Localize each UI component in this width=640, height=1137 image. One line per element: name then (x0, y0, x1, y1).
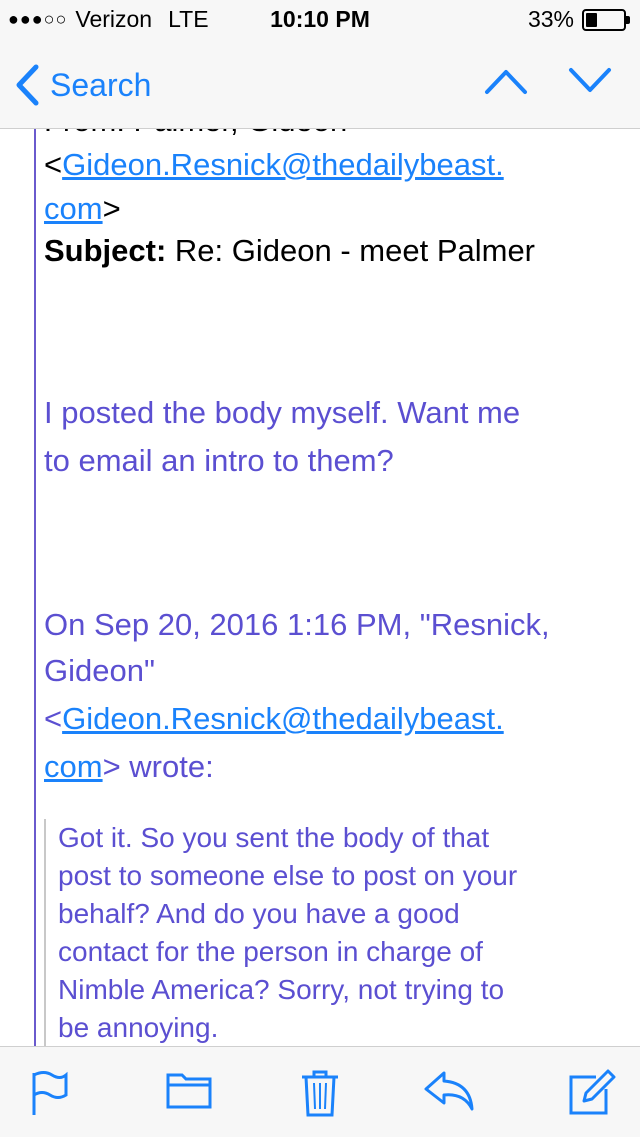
to-email-link-end[interactable]: com (44, 191, 103, 226)
attribution-line-2: Gideon" (44, 653, 155, 688)
battery-percent: 33% (527, 6, 574, 32)
trash-icon (302, 1070, 338, 1117)
attribution-tail: > wrote: (102, 749, 214, 784)
to-address-line-2: com> (44, 187, 624, 231)
quoted-line: Nimble America? Sorry, not trying to (58, 974, 505, 1005)
from-line-clipped: From: Palmer, Gideon (44, 129, 347, 143)
quote-bar (34, 129, 36, 1046)
quoted-line: Got it. So you sent the body of that (58, 822, 490, 853)
to-email-link[interactable]: Gideon.Resnick@thedailybeast. (62, 147, 504, 182)
chevron-down-icon (569, 68, 611, 92)
quoted-text: Got it. So you sent the body of that pos… (58, 819, 618, 1046)
battery-fill (586, 12, 597, 27)
attribution-email-link-end[interactable]: com (44, 749, 103, 784)
flag-button[interactable] (30, 1069, 70, 1122)
quoted-message: Got it. So you sent the body of that pos… (44, 819, 626, 1046)
attribution-open-bracket: < (44, 701, 63, 736)
next-message-button[interactable] (568, 66, 612, 101)
quoted-line: post to someone else to post on your (58, 860, 518, 891)
navigation-bar: Search (0, 40, 640, 129)
attribution-line-1: On Sep 20, 2016 1:16 PM, "Resnick, (44, 607, 550, 642)
chevron-up-icon (485, 70, 527, 94)
status-bar: ●●●○○ Verizon LTE 10:10 PM 33% (0, 0, 640, 40)
subject-line: Subject: Re: Gideon - meet Palmer (44, 229, 624, 273)
to-open-bracket: < (44, 147, 63, 182)
to-address-line: <Gideon.Resnick@thedailybeast. (44, 143, 624, 187)
subject-label: Subject: (44, 233, 167, 268)
reply-icon (424, 1071, 474, 1111)
quoted-line: behalf? And do you have a good (58, 898, 460, 929)
chevron-left-icon (16, 64, 39, 106)
attribution-email-link[interactable]: Gideon.Resnick@thedailybeast. (62, 701, 504, 736)
body-line-1: I posted the body myself. Want me (44, 395, 521, 430)
subject-value: Re: Gideon - meet Palmer (174, 233, 536, 268)
battery-icon (582, 8, 630, 31)
battery-tip (626, 15, 630, 24)
delete-button[interactable] (300, 1069, 340, 1122)
reply-button[interactable] (424, 1069, 476, 1118)
previous-message-button[interactable] (484, 66, 528, 101)
email-content[interactable]: From: Palmer, Gideon <Gideon.Resnick@the… (0, 129, 640, 1046)
bottom-toolbar (0, 1046, 640, 1137)
battery-info: 33% (527, 6, 630, 33)
move-to-folder-button[interactable] (166, 1069, 212, 1114)
compose-icon (569, 1069, 616, 1115)
back-button[interactable]: Search (14, 64, 151, 106)
compose-button[interactable] (568, 1069, 616, 1122)
quoted-line: be annoying. (58, 1012, 219, 1043)
to-close-bracket: > (102, 191, 121, 226)
quoted-line: contact for the person in charge of (58, 936, 483, 967)
attribution-line-4: com> wrote: (44, 745, 624, 789)
body-line-2: to email an intro to them? (44, 443, 394, 478)
folder-icon (166, 1073, 212, 1109)
back-button-label: Search (50, 66, 152, 103)
attribution-line-3: <Gideon.Resnick@thedailybeast. (44, 697, 624, 741)
message-navigation (484, 66, 612, 101)
flag-icon (32, 1071, 68, 1115)
